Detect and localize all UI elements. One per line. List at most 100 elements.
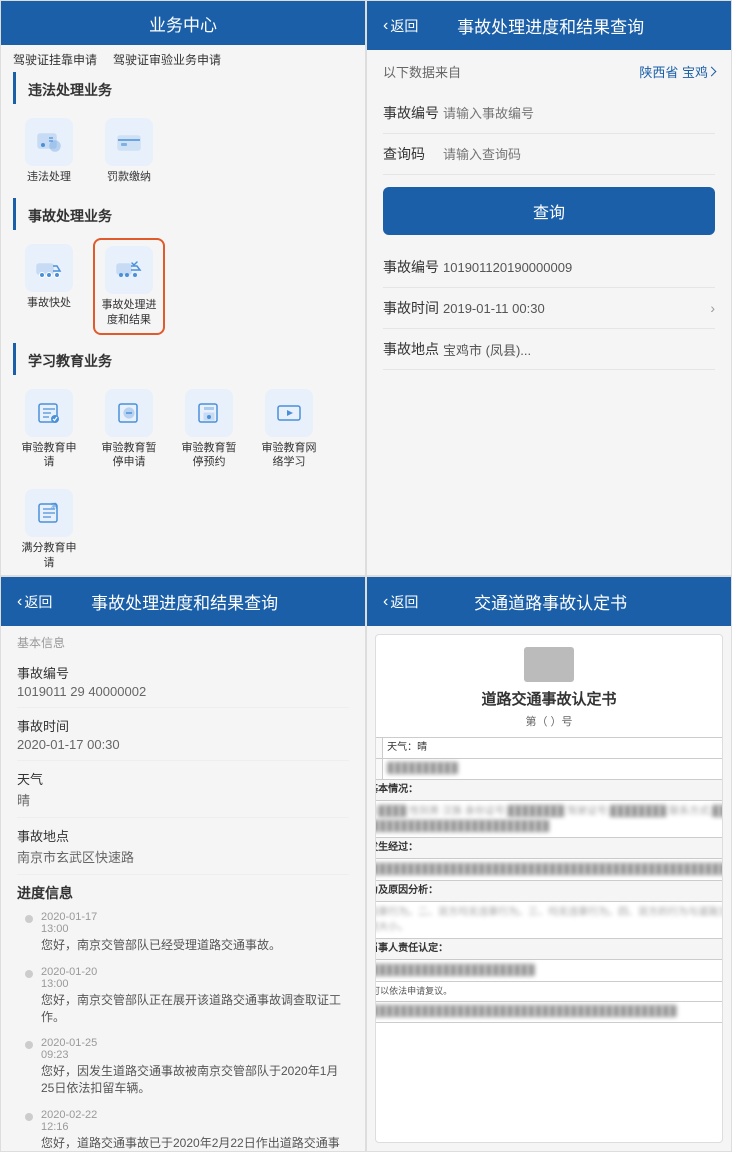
- cert-cell-parties-title: 当事人、车辆基本情况：: [375, 780, 723, 801]
- field-val-2: 晴: [17, 790, 349, 809]
- edu4-item[interactable]: 审验教育网络学习: [253, 383, 325, 476]
- result-row-1[interactable]: 事故时间 2019-01-11 00:30 ›: [383, 288, 715, 329]
- edu2-icon: [115, 399, 143, 427]
- cert-row-5: ████████████████████████████████████████…: [375, 859, 723, 881]
- cert-row-1: 交通事故地点： ██████████: [375, 759, 723, 780]
- panel4-title: 交通道路事故认定书: [426, 589, 675, 614]
- panel3-header: ‹ 返回 事故处理进度和结果查询: [1, 577, 365, 626]
- timeline-item-0: 2020-01-1713:00 您好，南京交管部队已经受理道路交通事故。: [25, 907, 349, 962]
- panel3-content: 基本信息 事故编号 1019011 29 40000002 事故时间 2020-…: [1, 626, 365, 1151]
- timeline-date-1: 2020-01-2013:00: [41, 966, 349, 990]
- edu3-icon: [195, 399, 223, 427]
- cert-responsibility-title: 道路交通事故当事人责任认定：: [375, 939, 723, 960]
- top-item-1[interactable]: 驾驶证挂靠申请: [13, 51, 97, 68]
- cert-row-6: 当事人违章行为及原因分析：: [375, 881, 723, 902]
- cert-footer-content-blur: ████████████████████████████████████████…: [375, 1006, 677, 1017]
- accident-progress-item[interactable]: 事故处理进度和结果: [93, 238, 165, 335]
- query-code-input[interactable]: [443, 147, 715, 162]
- violation-icon: [35, 128, 63, 156]
- timeline-item-2: 2020-01-2509:23 您好，因发生道路交通事故被南京交管部队于2020…: [25, 1033, 349, 1105]
- source-chevron-icon: [707, 67, 717, 77]
- payment-item[interactable]: 罚款缴纳: [93, 112, 165, 190]
- cert-row-4: 道路交通事故发生经过：: [375, 838, 723, 859]
- query-button[interactable]: 查询: [383, 187, 715, 235]
- panel2-title: 事故处理进度和结果查询: [426, 13, 675, 38]
- timeline-text-0: 您好，南京交管部队已经受理道路交通事故。: [41, 937, 349, 954]
- progress-timeline: 2020-01-1713:00 您好，南京交管部队已经受理道路交通事故。 202…: [17, 907, 349, 1151]
- field-key-0: 事故编号: [17, 663, 349, 682]
- accident-quick-item[interactable]: 事故快处: [13, 238, 85, 335]
- timeline-content-2: 2020-01-2509:23 您好，因发生道路交通事故被南京交管部队于2020…: [41, 1037, 349, 1097]
- edu1-item[interactable]: 审验教育申请: [13, 383, 85, 476]
- result-row-2: 事故地点 宝鸡市 (凤县)...: [383, 329, 715, 370]
- panel2-back-label: 返回: [390, 16, 418, 36]
- panel4-header: ‹ 返回 交通道路事故认定书: [367, 577, 731, 626]
- edu1-icon-box: [25, 389, 73, 437]
- violation-label: 违法处理: [27, 170, 71, 184]
- accident-quick-icon: [35, 254, 63, 282]
- timeline-text-1: 您好，南京交管部队正在展开该道路交通事故调查取证工作。: [41, 992, 349, 1026]
- cert-parties-blur: 当事人甲：姓名████ 性别男 汉族 身份证号:████████ 驾驶证号:██…: [375, 806, 723, 832]
- field-row-2: 天气 晴: [17, 761, 349, 818]
- field-row-3: 事故地点 南京市玄武区快速路: [17, 818, 349, 875]
- cert-cell-val-0: 天气：晴: [383, 738, 723, 759]
- edu3-label: 审验教育暂停预约: [177, 441, 241, 470]
- accident-quick-label: 事故快处: [27, 296, 71, 310]
- query-code-label: 查询码: [383, 144, 443, 164]
- timeline-dot-2: [25, 1041, 33, 1049]
- edu4-label: 审验教育网络学习: [257, 441, 321, 470]
- timeline-text-2: 您好，因发生道路交通事故被南京交管部队于2020年1月25日依法扣留车辆。: [41, 1063, 349, 1097]
- edu5-item[interactable]: 满 满分教育申请: [13, 483, 85, 576]
- result-value-2: 宝鸡市 (凤县)...: [443, 340, 715, 359]
- cert-row-8: 道路交通事故当事人责任认定：: [375, 939, 723, 960]
- timeline-content-0: 2020-01-1713:00 您好，南京交管部队已经受理道路交通事故。: [41, 911, 349, 954]
- result-arrow-1: ›: [710, 300, 715, 316]
- cert-subtitle: 第（ ）号: [525, 713, 572, 729]
- panel2-back-btn[interactable]: ‹ 返回: [383, 16, 418, 36]
- payment-label: 罚款缴纳: [107, 170, 151, 184]
- violation-section-title: 违法处理业务: [13, 72, 353, 104]
- edu3-item[interactable]: 审验教育暂停预约: [173, 383, 245, 476]
- payment-icon-box: [105, 118, 153, 166]
- cert-wrapper: 道路交通事故认定书 第（ ）号 交通事故时间： 天气：晴 交通事故地点： ███…: [375, 634, 723, 1143]
- panel2-content: 以下数据来自 陕西省 宝鸡 事故编号 查询码 查询 事故编号 101901120…: [367, 50, 731, 575]
- svg-text:满: 满: [51, 502, 57, 510]
- edu4-icon: [275, 399, 303, 427]
- source-row: 以下数据来自 陕西省 宝鸡: [383, 62, 715, 81]
- accident-query-panel: ‹ 返回 事故处理进度和结果查询 以下数据来自 陕西省 宝鸡 事故编号 查询码: [366, 0, 732, 576]
- field-val-0: 1019011 29 40000002: [17, 684, 349, 699]
- timeline-date-2: 2020-01-2509:23: [41, 1037, 349, 1061]
- field-key-2: 天气: [17, 769, 349, 788]
- panel3-back-btn[interactable]: ‹ 返回: [17, 592, 52, 612]
- timeline-content-3: 2020-02-2212:16 您好，道路交通事故已于2020年2月22日作出道…: [41, 1109, 349, 1151]
- business-center-panel: 业务中心 驾驶证挂靠申请 驾驶证审验业务申请 违法处理业务 违法处理: [0, 0, 366, 576]
- progress-section-title: 进度信息: [17, 875, 349, 907]
- panel4-back-btn[interactable]: ‹ 返回: [383, 592, 418, 612]
- violation-icon-box: [25, 118, 73, 166]
- education-grid: 审验教育申请 审验教育暂停申请: [1, 379, 365, 576]
- accident-progress-icon: [115, 256, 143, 284]
- accident-quick-icon-box: [25, 244, 73, 292]
- source-value[interactable]: 陕西省 宝鸡: [639, 62, 715, 81]
- edu5-label: 满分教育申请: [17, 541, 81, 570]
- timeline-date-3: 2020-02-2212:16: [41, 1109, 349, 1133]
- timeline-content-1: 2020-01-2013:00 您好，南京交管部队正在展开该道路交通事故调查取证…: [41, 966, 349, 1026]
- panel4-content: 道路交通事故认定书 第（ ）号 交通事故时间： 天气：晴 交通事故地点： ███…: [367, 626, 731, 1151]
- edu2-item[interactable]: 审验教育暂停申请: [93, 383, 165, 476]
- cert-cell-label-0: 交通事故时间：: [375, 738, 383, 759]
- timeline-dot-1: [25, 970, 33, 978]
- certificate-panel: ‹ 返回 交通道路事故认定书 道路交通事故认定书 第（ ）号 交通事故时间： 天…: [366, 576, 732, 1152]
- timeline-date-0: 2020-01-1713:00: [41, 911, 349, 935]
- top-item-2[interactable]: 驾驶证审验业务申请: [113, 51, 221, 68]
- cert-blur-1: ██████████: [387, 763, 458, 774]
- edu1-label: 审验教育申请: [17, 441, 81, 470]
- cert-row-7: 一、双方均无违章行为。二、双方均无违章行为。三、均无违章行为。四、双方的行为与道…: [375, 902, 723, 939]
- violation-item[interactable]: 违法处理: [13, 112, 85, 190]
- accident-no-input[interactable]: [443, 106, 715, 121]
- accident-no-label: 事故编号: [383, 103, 443, 123]
- result-row-0[interactable]: 事故编号 101901120190000009: [383, 247, 715, 288]
- edu4-icon-box: [265, 389, 313, 437]
- result-label-0: 事故编号: [383, 257, 443, 277]
- cert-row-10: 当事人不服的，可以依法申请复议。: [375, 982, 723, 1002]
- field-key-3: 事故地点: [17, 826, 349, 845]
